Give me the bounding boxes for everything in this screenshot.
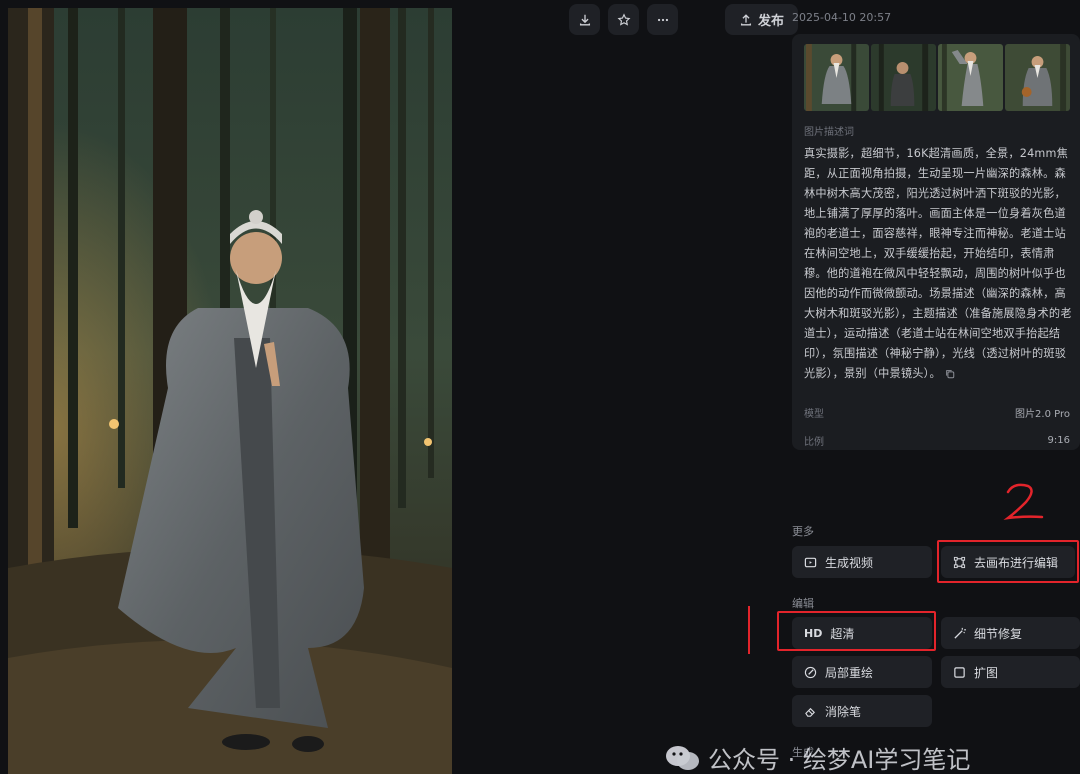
timestamp: 2025-04-10 20:57 (792, 11, 892, 24)
upload-icon (740, 13, 752, 25)
inpaint-button[interactable]: 局部重绘 (792, 656, 932, 688)
generate-video-button[interactable]: 生成视频 (792, 546, 932, 578)
generated-image[interactable] (8, 8, 452, 774)
thumbnail-image (1005, 44, 1070, 111)
info-card: 图片描述词 真实摄影，超细节，16K超清画质，全景，24mm焦距，从正面视角拍摄… (792, 34, 1080, 450)
thumbnail-2[interactable] (871, 44, 936, 111)
model-label: 模型 (804, 408, 824, 420)
expand-icon (954, 666, 965, 678)
generate-video-label: 生成视频 (825, 555, 874, 570)
thumbnail-strip (804, 44, 1070, 111)
thumbnail-3[interactable] (938, 44, 1003, 111)
edit-section-label: 编辑 (792, 597, 814, 610)
expand-label: 扩图 (974, 665, 999, 680)
brush-icon (804, 666, 817, 678)
wechat-icon (666, 745, 699, 770)
more-icon (657, 18, 668, 21)
thumbnail-1[interactable] (804, 44, 869, 111)
ratio-label: 比例 (804, 436, 824, 448)
model-value: 图片2.0 Pro (1015, 408, 1070, 420)
copy-icon[interactable] (945, 369, 955, 379)
meta-row-ratio: 比例 9:16 (802, 428, 1072, 452)
thumbnail-image (871, 44, 936, 111)
video-icon (804, 557, 817, 567)
meta-row-model: 模型 图片2.0 Pro (802, 400, 1072, 424)
detail-fix-button[interactable]: 细节修复 (941, 617, 1080, 649)
watermark: 公众号 · 绘梦AI学习笔记 (664, 740, 970, 774)
thumbnail-4[interactable] (1005, 44, 1070, 111)
more-button[interactable] (647, 4, 678, 35)
highlight-box-hd (777, 611, 936, 651)
thumbnail-image (804, 44, 869, 111)
thumbnail-image (938, 44, 1003, 111)
download-icon (579, 14, 590, 25)
publish-label: 发布 (758, 14, 785, 29)
image-toolbar: 发布 (569, 4, 799, 35)
prompt-label: 图片描述词 (804, 127, 854, 138)
download-button[interactable] (569, 4, 600, 35)
magic-wand-icon (954, 627, 966, 639)
annotation-number-two (1003, 483, 1044, 520)
publish-button[interactable]: 发布 (725, 4, 799, 35)
inpaint-label: 局部重绘 (825, 665, 874, 680)
prompt-text: 真实摄影，超细节，16K超清画质，全景，24mm焦距，从正面视角拍摄，生动呈现一… (804, 144, 1076, 384)
eraser-button[interactable]: 消除笔 (792, 695, 932, 727)
annotation-number-one (748, 606, 750, 654)
ratio-value: 9:16 (1047, 434, 1070, 446)
more-section-label: 更多 (792, 525, 814, 538)
highlight-box-canvas-edit (937, 540, 1079, 583)
meta-info: 模型 图片2.0 Pro 比例 9:16 (802, 396, 1072, 452)
star-icon (617, 12, 630, 26)
prompt-text-content: 真实摄影，超细节，16K超清画质，全景，24mm焦距，从正面视角拍摄，生动呈现一… (804, 147, 1072, 380)
expand-button[interactable]: 扩图 (941, 656, 1080, 688)
detail-fix-label: 细节修复 (974, 626, 1023, 641)
eraser-icon (805, 707, 816, 717)
eraser-label: 消除笔 (825, 704, 862, 719)
watermark-text: 公众号 · 绘梦AI学习笔记 (708, 746, 971, 774)
forest-monk-illustration (8, 8, 452, 774)
favorite-button[interactable] (608, 4, 639, 35)
